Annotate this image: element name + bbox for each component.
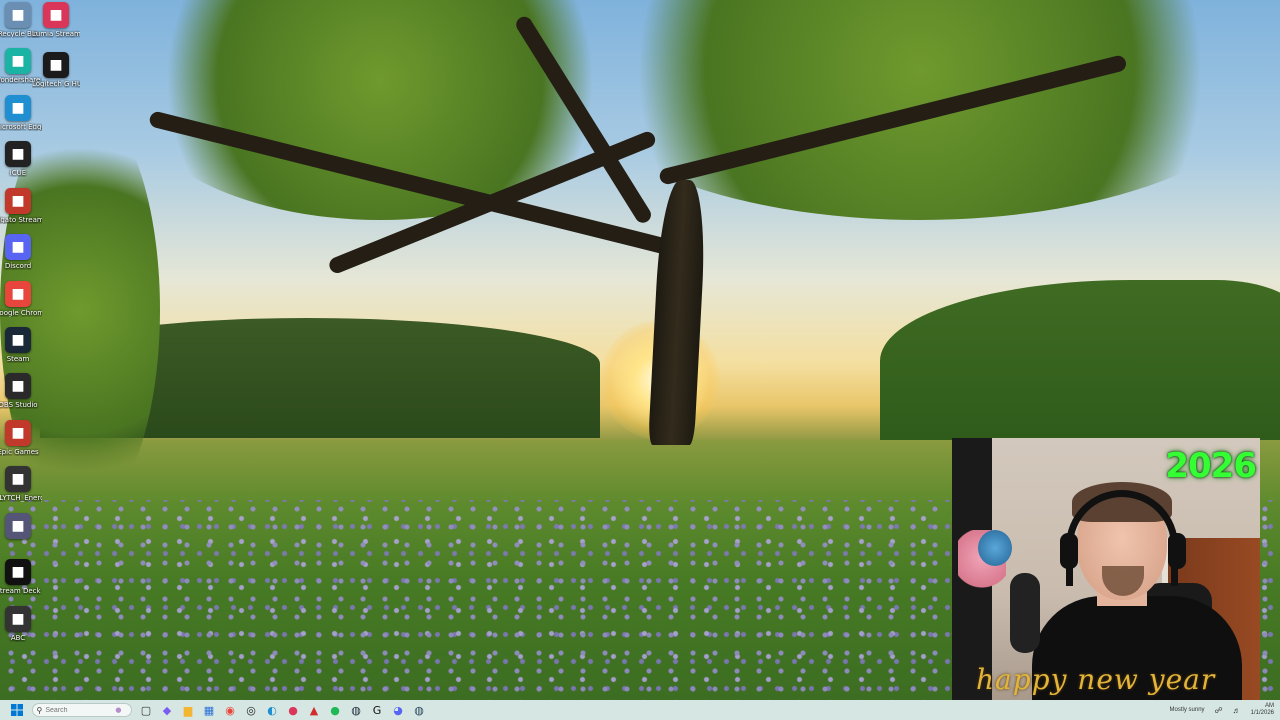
spotify-icon: ●: [330, 703, 340, 717]
desktop-icon-steam[interactable]: ■ Steam: [0, 327, 42, 363]
taskbar-app-file-explorer[interactable]: ▆: [179, 701, 197, 719]
folder-icon: ▆: [183, 703, 193, 717]
desktop-icon-label: ABC: [10, 634, 26, 642]
taskbar-app-spotify[interactable]: ●: [326, 701, 344, 719]
task-view-icon: ▢: [140, 703, 152, 717]
desktop-icon-label: Stream Deck: [0, 587, 41, 595]
desktop-icon-elgato[interactable]: ■ Elgato Stream: [0, 188, 42, 224]
taskbar-app-chrome[interactable]: ◉: [221, 701, 239, 719]
wondershare-icon: ■: [5, 48, 31, 74]
video-file-icon: ■: [5, 466, 31, 492]
weather-status[interactable]: Mostly sunny: [1170, 707, 1205, 713]
desktop-icon-discord[interactable]: ■ Discord: [0, 234, 42, 270]
copilot-icon: ◆: [162, 703, 172, 717]
taskbar-app-lumia[interactable]: ●: [284, 701, 302, 719]
steam-icon: ◍: [414, 703, 424, 717]
microphone-icon: [1010, 573, 1040, 653]
epic-games-icon: ■: [5, 420, 31, 446]
image-file-icon: ■: [5, 513, 31, 539]
headset-earcup-left: [1060, 533, 1078, 569]
desktop-icon-stream-deck[interactable]: ■ Stream Deck: [0, 559, 42, 595]
desktop-icon-lumia-stream[interactable]: ■ Lumia Stream: [32, 2, 80, 38]
adobe-icon: ▲: [309, 703, 319, 717]
desktop-icon-label: Lumia Stream: [32, 30, 80, 38]
desktop-icon-label: Epic Games: [0, 448, 39, 456]
new-year-2026-text: 2026: [1165, 446, 1257, 486]
wallpaper-hill-right: [880, 280, 1280, 460]
taskbar-app-copilot[interactable]: ◆: [158, 701, 176, 719]
desktop-icon-label: Steam: [6, 355, 30, 363]
lumia-icon: ●: [288, 703, 298, 717]
search-highlight-icon: ●: [115, 706, 122, 714]
chrome-icon: ◉: [225, 703, 235, 717]
desktop-icon-edge[interactable]: ■ Microsoft Edge: [0, 95, 42, 131]
volume-icon[interactable]: ♬: [1233, 706, 1241, 715]
logitech-icon: G: [372, 703, 382, 717]
taskbar-app-discord[interactable]: ◕: [389, 701, 407, 719]
stream-deck-icon: ■: [5, 559, 31, 585]
taskbar-app-adobe[interactable]: ▲: [305, 701, 323, 719]
steam-icon: ■: [5, 327, 31, 353]
desktop-icon-label: GLYTCH_Energy (1).webm: [0, 494, 42, 502]
desktop-icon-label: Logitech G HUB: [32, 80, 80, 88]
start-button[interactable]: [8, 701, 26, 719]
desktop-icon-label: Discord: [4, 262, 32, 270]
taskbar: ⚲ ● ▢ ◆ ▆ ▦ ◉ ◎ ◐ ● ▲ ● ◍ G ◕ ◍ Mostly sunny ☍ ♬ AM 1…: [0, 700, 1280, 720]
obs-icon: ◎: [246, 703, 256, 717]
logitech-ghub-icon: ■: [43, 52, 69, 78]
taskbar-app-logitech[interactable]: G: [368, 701, 386, 719]
font-file-icon: ■: [5, 606, 31, 632]
webcam-overlay: 2026 happy new year: [952, 438, 1260, 700]
desktop-icon-label: Google Chrome: [0, 309, 42, 317]
taskbar-clock[interactable]: AM 1/1/2026: [1251, 703, 1274, 717]
taskbar-pinned-apps: ▢ ◆ ▆ ▦ ◉ ◎ ◐ ● ▲ ● ◍ G ◕ ◍: [136, 701, 430, 719]
discord-icon: ■: [5, 234, 31, 260]
desktop-icon-label: iCUE: [9, 169, 27, 177]
taskbar-search-box[interactable]: ⚲ ●: [31, 703, 132, 717]
search-input[interactable]: [42, 706, 116, 714]
desktop-icon-obs[interactable]: ■ OBS Studio: [0, 373, 42, 409]
desktop-icon-label: OBS Studio: [0, 401, 38, 409]
tree-canopy: [120, 0, 640, 220]
taskbar-app-microsoft-store[interactable]: ▦: [200, 701, 218, 719]
edge-icon: ◐: [267, 703, 277, 717]
plush-toy-blue: [978, 530, 1012, 566]
network-icon[interactable]: ☍: [1215, 706, 1223, 715]
taskbar-app-steam-2[interactable]: ◍: [410, 701, 428, 719]
desktop-icon-label: Microsoft Edge: [0, 123, 42, 131]
taskbar-app-steam[interactable]: ◍: [347, 701, 365, 719]
taskbar-app-task-view[interactable]: ▢: [137, 701, 155, 719]
clock-time: AM: [1265, 703, 1274, 709]
icue-icon: ■: [5, 141, 31, 167]
desktop-icon-image-file[interactable]: ■: [0, 513, 42, 541]
taskbar-app-edge[interactable]: ◐: [263, 701, 281, 719]
desktop-icon-icue[interactable]: ■ iCUE: [0, 141, 42, 177]
edge-icon: ■: [5, 95, 31, 121]
clock-date: 1/1/2026: [1250, 710, 1274, 716]
recycle-bin-icon: ■: [5, 2, 31, 28]
chrome-icon: ■: [5, 281, 31, 307]
lumia-stream-icon: ■: [43, 2, 69, 28]
desktop-icon-epic-games[interactable]: ■ Epic Games: [0, 420, 42, 456]
steam-icon: ◍: [351, 703, 361, 717]
obs-icon: ■: [5, 373, 31, 399]
desktop-icon-video-file[interactable]: ■ GLYTCH_Energy (1).webm: [0, 466, 42, 502]
headset-earcup-right: [1168, 533, 1186, 569]
desktop-icon-logitech-ghub[interactable]: ■ Logitech G HUB: [32, 52, 80, 88]
windows-logo-icon: [11, 704, 23, 716]
desktop-icon-font-file[interactable]: ■ ABC: [0, 606, 42, 642]
system-tray: Mostly sunny ☍ ♬ AM 1/1/2026: [1170, 700, 1274, 720]
store-icon: ▦: [203, 703, 215, 717]
taskbar-app-obs[interactable]: ◎: [242, 701, 260, 719]
discord-icon: ◕: [393, 703, 403, 717]
desktop-icon-label: Elgato Stream: [0, 216, 42, 224]
desktop-icon-chrome[interactable]: ■ Google Chrome: [0, 281, 42, 317]
elgato-icon: ■: [5, 188, 31, 214]
happy-new-year-text: happy new year: [976, 663, 1216, 696]
